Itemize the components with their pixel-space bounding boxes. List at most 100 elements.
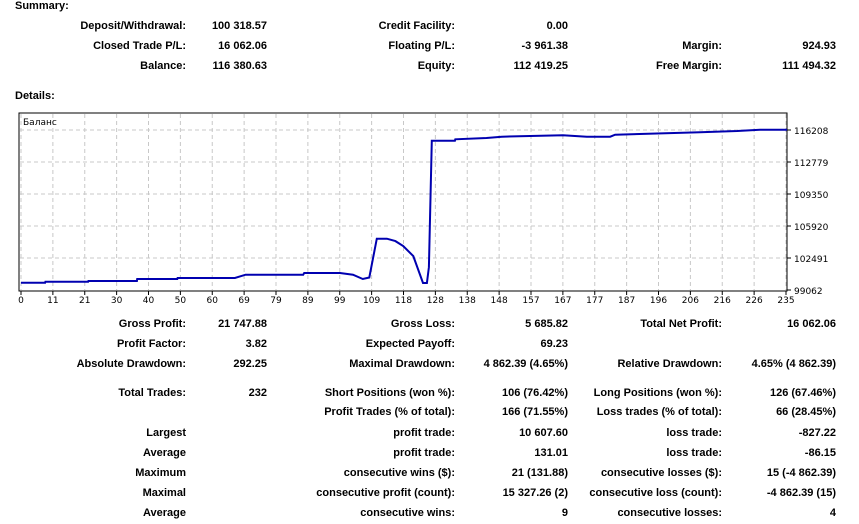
x-tick-label: 30 (111, 296, 123, 306)
chart-legend: Баланс (23, 118, 57, 128)
stat-label: Margin: (682, 40, 722, 52)
stat-value: -3 961.38 (521, 40, 568, 52)
stat-value: 4 862.39 (4.65%) (483, 358, 568, 370)
stat-value: 292.25 (233, 358, 267, 370)
stat-value: 0.00 (546, 20, 568, 32)
details-row: Total Trades: 232 Short Positions (won %):… (0, 387, 859, 401)
x-tick-label: 216 (714, 296, 731, 306)
x-tick-label: 148 (491, 296, 508, 306)
stat-label: Deposit/Withdrawal: (80, 20, 186, 32)
stat-label: Maximal Drawdown: (349, 358, 455, 370)
stat-label: Gross Loss: (390, 318, 455, 330)
stat-label: Closed Trade P/L: (93, 40, 186, 52)
x-tick-label: 69 (238, 296, 250, 306)
stat-value: 15 327.26 (2) (502, 487, 568, 499)
x-tick-label: 118 (395, 296, 412, 306)
summary-row: Deposit/Withdrawal: 100 318.57 Credit Faci… (0, 20, 859, 34)
stat-value: 9 (561, 507, 568, 519)
stat-value: -86.15 (804, 447, 836, 459)
stat-label: profit trade: (393, 427, 455, 439)
stat-label: loss trade: (666, 447, 722, 459)
stat-value: 5 685.82 (525, 318, 568, 330)
stat-label: Maximal (142, 487, 186, 499)
stat-label: Maximum (135, 467, 186, 479)
details-row: Average profit trade: 131.01 loss trade: -86… (0, 447, 859, 461)
stat-label: Long Positions (won %): (593, 387, 722, 399)
stat-value: 100 318.57 (211, 20, 267, 32)
stat-value: 106 (76.42%) (501, 387, 568, 399)
stat-label: consecutive profit (count): (316, 487, 455, 499)
stat-value: 166 (71.55%) (501, 406, 568, 418)
x-tick-label: 40 (143, 296, 155, 306)
x-tick-label: 226 (746, 296, 763, 306)
stat-label: Short Positions (won %): (324, 387, 455, 399)
x-tick-label: 157 (522, 296, 539, 306)
x-tick-label: 206 (682, 296, 699, 306)
x-tick-label: 196 (650, 296, 667, 306)
stat-value: 16 062.06 (218, 40, 267, 52)
stat-value: 15 (-4 862.39) (766, 467, 836, 479)
y-tick-label: 105920 (794, 223, 829, 233)
details-row: Profit Factor: 3.82 Expected Payoff: 69.23 (0, 338, 859, 352)
stat-label: consecutive loss (count): (589, 487, 722, 499)
y-tick-label: 109350 (794, 191, 829, 201)
stat-value: 924.93 (802, 40, 836, 52)
details-row: Profit Trades (% of total): 166 (71.55%) L… (0, 406, 859, 420)
stat-label: Credit Facility: (378, 20, 455, 32)
stat-label: Total Net Profit: (640, 318, 722, 330)
stat-value: 10 607.60 (519, 427, 568, 439)
stat-value: 112 419.25 (513, 60, 568, 72)
stat-label: Absolute Drawdown: (76, 358, 186, 370)
stat-label: Balance: (140, 60, 186, 72)
stat-value: 111 494.32 (782, 60, 836, 72)
details-row: Absolute Drawdown: 292.25 Maximal Drawdown… (0, 358, 859, 372)
stat-label: Gross Profit: (118, 318, 186, 330)
y-tick-label: 99062 (794, 287, 823, 297)
stat-value: 4.65% (4 862.39) (751, 358, 836, 370)
stat-value: 69.23 (540, 338, 568, 350)
balance-chart: Баланс 0 11 21 30 40 50 60 69 79 89 99 109 118 128 138… (18, 112, 829, 306)
stat-label: Free Margin: (655, 60, 722, 72)
x-tick-label: 11 (47, 296, 58, 306)
x-tick-label: 99 (334, 296, 346, 306)
y-tick-label: 116208 (794, 127, 829, 137)
x-tick-label: 21 (79, 296, 90, 306)
stat-value: 3.82 (245, 338, 267, 350)
stat-label: consecutive wins: (360, 507, 455, 519)
y-tick-label: 112779 (794, 159, 829, 169)
x-tick-label: 60 (207, 296, 219, 306)
summary-row: Closed Trade P/L: 16 062.06 Floating P/L: -… (0, 40, 859, 54)
stat-value: -827.22 (798, 427, 836, 439)
stat-label: consecutive losses ($): (600, 467, 722, 479)
x-tick-label: 109 (363, 296, 380, 306)
stat-label: Average (142, 507, 186, 519)
stat-value: 116 380.63 (212, 60, 267, 72)
stat-value: 126 (67.46%) (769, 387, 836, 399)
stat-label: loss trade: (666, 427, 722, 439)
stat-value: 4 (829, 507, 836, 519)
stat-label: consecutive losses: (617, 507, 722, 519)
stat-label: Floating P/L: (388, 40, 455, 52)
stat-value: -4 862.39 (15) (766, 487, 836, 499)
stat-label: Relative Drawdown: (617, 358, 722, 370)
stat-value: 232 (248, 387, 267, 399)
stat-value: 21 (131.88) (511, 467, 568, 479)
details-row: Gross Profit: 21 747.88 Gross Loss: 5 685.8… (0, 318, 859, 332)
stat-value: 21 747.88 (218, 318, 267, 330)
x-tick-label: 235 (777, 296, 794, 306)
x-tick-label: 177 (586, 296, 603, 306)
details-row: Maximal consecutive profit (count): 15 327… (0, 487, 859, 501)
stat-value: 131.01 (534, 447, 568, 459)
stat-label: Profit Factor: (116, 338, 186, 350)
stat-label: consecutive wins ($): (343, 467, 455, 479)
stat-label: Total Trades: (118, 387, 186, 399)
details-row: Maximum consecutive wins ($): 21 (131.88) c… (0, 467, 859, 481)
summary-row: Balance: 116 380.63 Equity: 112 419.25 Free … (0, 60, 859, 74)
stat-label: Largest (146, 427, 186, 439)
stat-label: Expected Payoff: (365, 338, 455, 350)
x-tick-label: 167 (554, 296, 571, 306)
stat-value: 66 (28.45%) (776, 406, 836, 418)
x-tick-label: 89 (302, 296, 314, 306)
x-tick-label: 79 (270, 296, 282, 306)
x-tick-label: 138 (459, 296, 476, 306)
